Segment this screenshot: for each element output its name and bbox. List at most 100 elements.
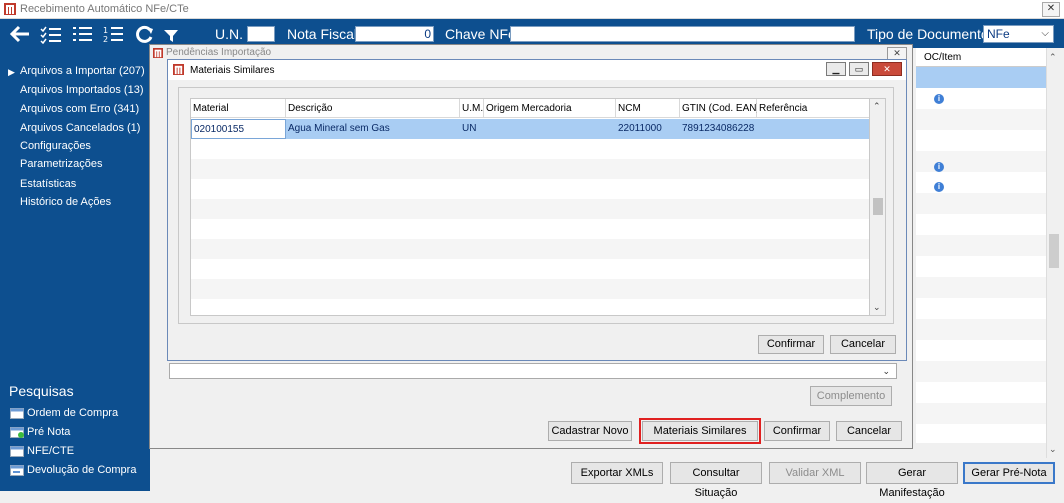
column-header-origem[interactable]: Origem Mercadoria — [484, 99, 616, 118]
table-row[interactable] — [191, 279, 869, 299]
gtin-cell: 7891234086228 — [682, 123, 755, 134]
table-row[interactable] — [916, 193, 1046, 214]
sidebar-item-arquivos-a-importar[interactable]: Arquivos a Importar (207) — [20, 65, 145, 77]
materiais-cancelar-button[interactable]: Cancelar — [830, 335, 896, 354]
pendencias-select[interactable]: ⌄ — [169, 363, 897, 379]
table-row[interactable] — [916, 403, 1046, 424]
arrow-left-icon[interactable] — [9, 24, 31, 44]
sidebar-item-arquivos-importados[interactable]: Arquivos Importados (13) — [20, 84, 144, 96]
gerar-pre-nota-button[interactable]: Gerar Pré-Nota — [963, 462, 1055, 484]
sidebar-item-historico-de-acoes[interactable]: Histórico de Ações — [20, 196, 111, 208]
column-header-referencia[interactable]: Referência — [757, 99, 869, 118]
sidebar-item-arquivos-cancelados[interactable]: Arquivos Cancelados (1) — [20, 122, 140, 134]
filter-icon[interactable] — [162, 24, 184, 44]
pendencias-confirmar-button[interactable]: Confirmar — [764, 421, 830, 441]
table-row[interactable] — [916, 382, 1046, 403]
sidebar-item-estatisticas[interactable]: Estatísticas — [20, 178, 76, 190]
checklist-icon[interactable] — [40, 24, 62, 44]
gerar-manifestacao-button[interactable]: Gerar Manifestação — [866, 462, 958, 499]
search-item-pre-nota[interactable]: Pré Nota — [10, 426, 70, 440]
chevron-up-icon[interactable]: ⌃ — [873, 101, 881, 112]
table-row[interactable] — [916, 298, 1046, 319]
pendencias-cancelar-button[interactable]: Cancelar — [836, 421, 902, 441]
table-row[interactable] — [191, 179, 869, 199]
table-row[interactable] — [191, 159, 869, 179]
table-row[interactable] — [916, 256, 1046, 277]
sidebar-item-arquivos-com-erro[interactable]: Arquivos com Erro (341) — [20, 103, 139, 115]
table-row[interactable] — [916, 361, 1046, 382]
materiais-confirmar-button[interactable]: Confirmar — [758, 335, 824, 354]
complemento-button[interactable]: Complemento — [810, 386, 892, 406]
column-header-um[interactable]: U.M. — [460, 99, 484, 118]
scrollbar-thumb[interactable] — [873, 198, 883, 215]
search-item-devolucao-de-compra[interactable]: Devolução de Compra — [10, 464, 136, 478]
sidebar-item-parametrizacoes[interactable]: Parametrizações — [20, 158, 103, 170]
sidebar: ▶ Arquivos a Importar (207) Arquivos Imp… — [0, 48, 150, 491]
table-row[interactable]: i — [916, 151, 1046, 172]
refresh-icon[interactable] — [134, 24, 156, 44]
table-row[interactable] — [916, 319, 1046, 340]
validar-xml-button[interactable]: Validar XML — [769, 462, 861, 484]
table-row[interactable]: 020100155 Agua Mineral sem Gas UN 220110… — [191, 119, 869, 139]
table-row[interactable] — [916, 424, 1046, 445]
tipo-documento-label: Tipo de Documento — [867, 26, 989, 42]
cadastrar-novo-button[interactable]: Cadastrar Novo — [548, 421, 632, 441]
scrollbar-thumb[interactable] — [1049, 234, 1059, 268]
chevron-up-icon[interactable]: ⌃ — [1049, 52, 1057, 63]
nota-fiscal-input[interactable]: 0 — [355, 26, 434, 42]
un-input[interactable] — [247, 26, 275, 42]
materiais-titlebar: Materiais Similares ▁ ▭ ✕ — [168, 60, 906, 80]
minimize-button[interactable]: ▁ — [826, 62, 846, 76]
background-grid-header: OC/Item — [916, 48, 1046, 67]
tipo-documento-select[interactable]: NFe ⌵ — [983, 25, 1054, 43]
table-row[interactable]: i — [916, 88, 1046, 109]
info-icon[interactable]: i — [934, 94, 944, 104]
chave-nfe-label: Chave NFe — [445, 26, 516, 42]
app-logo-icon — [153, 48, 163, 58]
sidebar-item-configuracoes[interactable]: Configurações — [20, 140, 91, 152]
chevron-down-icon[interactable]: ⌄ — [873, 302, 881, 313]
list-icon[interactable] — [72, 24, 94, 44]
table-row[interactable] — [916, 235, 1046, 256]
exportar-xmls-button[interactable]: Exportar XMLs — [571, 462, 663, 484]
materiais-close-button[interactable]: ✕ — [872, 62, 902, 76]
materiais-table-scrollbar[interactable]: ⌃ ⌄ — [870, 98, 886, 316]
window-icon — [10, 407, 24, 419]
table-row[interactable] — [191, 239, 869, 259]
table-row[interactable] — [191, 199, 869, 219]
column-header-descricao[interactable]: Descrição — [286, 99, 460, 118]
search-item-ordem-de-compra[interactable]: Ordem de Compra — [10, 407, 118, 421]
table-row[interactable]: i — [916, 172, 1046, 193]
material-cell[interactable]: 020100155 — [191, 119, 286, 139]
referencia-cell — [757, 119, 869, 139]
search-item-nfe-cte[interactable]: NFE/CTE — [10, 445, 74, 459]
ncm-cell: 22011000 — [618, 123, 662, 134]
table-row[interactable] — [191, 259, 869, 279]
column-header-gtin[interactable]: GTIN (Cod. EAN) — [680, 99, 760, 118]
maximize-button[interactable]: ▭ — [849, 62, 869, 76]
chave-nfe-input[interactable] — [510, 26, 855, 42]
table-row[interactable] — [916, 340, 1046, 361]
column-header-material[interactable]: Material — [191, 99, 286, 118]
numbered-list-icon[interactable]: 1 2 — [103, 24, 125, 44]
table-row[interactable] — [916, 214, 1046, 235]
info-icon[interactable]: i — [934, 162, 944, 172]
table-row[interactable] — [916, 67, 1046, 88]
background-grid: OC/Item i i i — [916, 48, 1046, 443]
nota-fiscal-label: Nota Fiscal — [287, 26, 358, 42]
table-row[interactable] — [191, 139, 869, 159]
consultar-situacao-button[interactable]: Consultar Situação — [670, 462, 762, 499]
column-header-ncm[interactable]: NCM — [616, 99, 680, 118]
table-row[interactable] — [191, 299, 869, 315]
table-row[interactable] — [916, 130, 1046, 151]
chevron-down-icon[interactable]: ⌄ — [1049, 444, 1057, 455]
table-row[interactable] — [916, 277, 1046, 298]
window-title: Recebimento Automático NFe/CTe — [20, 3, 189, 15]
app-logo-icon — [173, 64, 184, 75]
info-icon[interactable]: i — [934, 182, 944, 192]
table-row[interactable] — [191, 219, 869, 239]
window-close-button[interactable]: ✕ — [1042, 2, 1060, 17]
background-grid-scrollbar[interactable]: ⌃ ⌄ — [1046, 48, 1061, 458]
table-row[interactable] — [916, 109, 1046, 130]
materiais-similares-button[interactable]: Materiais Similares — [639, 418, 761, 444]
